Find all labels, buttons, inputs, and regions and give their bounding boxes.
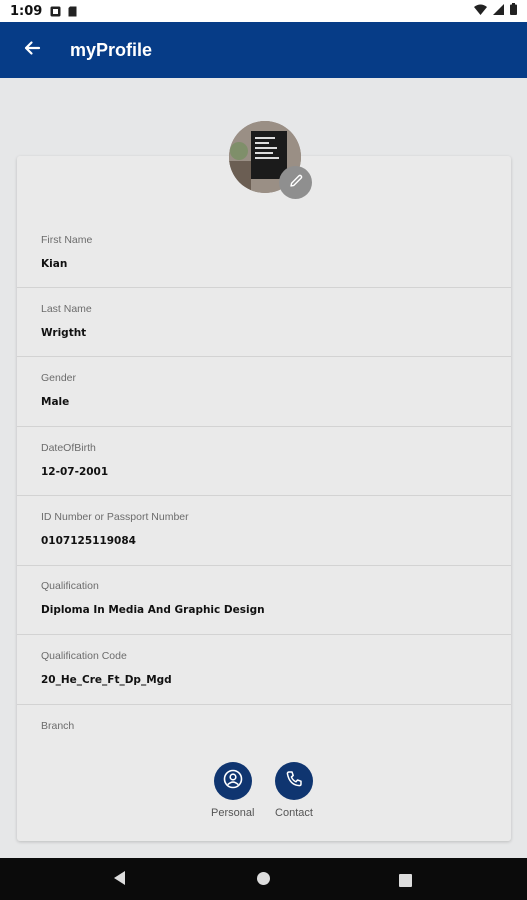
field-value: 20_He_Cre_Ft_Dp_Mgd [41, 674, 172, 686]
field-value: Male [41, 396, 70, 408]
person-icon [223, 769, 243, 793]
status-bar: 1:09 [0, 0, 527, 22]
field-label: Gender [41, 372, 77, 384]
nav-home-button[interactable] [256, 871, 271, 890]
personal-button[interactable] [213, 762, 252, 800]
field-value: Wrigtht [41, 327, 87, 339]
page-title: myProfile [70, 39, 153, 60]
field-value: 12-07-2001 [41, 466, 109, 478]
field-last-name: Last Name Wrigtht [17, 288, 511, 357]
field-qualification: Qualification Diploma In Media And Graph… [17, 566, 511, 635]
field-gender: Gender Male [17, 357, 511, 427]
system-nav-bar [0, 858, 527, 900]
nav-recents-button[interactable] [399, 872, 412, 891]
app-bar: myProfile [0, 22, 527, 78]
edit-pencil-icon [287, 172, 305, 194]
field-label: DateOfBirth [41, 442, 96, 454]
wifi-icon [474, 4, 487, 19]
personal-action: Personal [211, 762, 254, 819]
contact-button[interactable] [275, 762, 313, 800]
field-value: Diploma In Media And Graphic Design [41, 604, 265, 616]
field-branch: Branch [17, 705, 511, 745]
field-label: Branch [41, 720, 75, 732]
field-label: ID Number or Passport Number [41, 511, 189, 523]
battery-icon [510, 3, 517, 19]
field-value: 0107125119084 [41, 535, 136, 547]
field-first-name: First Name Kian [17, 222, 511, 288]
field-label: Qualification Code [41, 650, 127, 662]
nav-recents-icon [399, 872, 412, 891]
personal-label: Personal [211, 807, 255, 819]
field-id-number: ID Number or Passport Number 01071251190… [17, 496, 511, 566]
status-time: 1:09 [10, 3, 43, 19]
contact-label: Contact [275, 807, 313, 819]
field-value: Kian [41, 258, 68, 270]
nav-home-icon [256, 871, 271, 890]
edit-photo-button[interactable] [279, 166, 312, 199]
profile-card: First Name Kian Last Name Wrigtht Gender… [17, 156, 511, 841]
back-arrow-icon [23, 39, 41, 61]
field-label: Qualification [41, 580, 99, 592]
sd-card-icon [67, 6, 78, 17]
field-date-of-birth: DateOfBirth 12-07-2001 [17, 427, 511, 496]
nav-back-icon [112, 870, 126, 890]
field-label: Last Name [41, 303, 92, 315]
field-label: First Name [41, 234, 93, 246]
phone-icon [284, 769, 304, 793]
contact-action: Contact [275, 762, 313, 819]
notification-icon [50, 6, 61, 17]
nav-back-button[interactable] [112, 870, 126, 890]
back-button[interactable] [20, 38, 44, 62]
field-qualification-code: Qualification Code 20_He_Cre_Ft_Dp_Mgd [17, 635, 511, 705]
signal-icon [493, 3, 504, 19]
